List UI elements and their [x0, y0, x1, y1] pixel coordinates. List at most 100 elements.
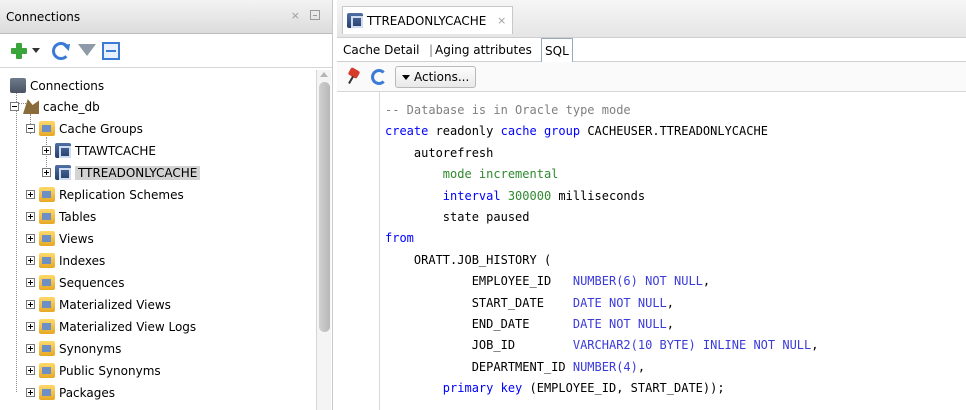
scroll-thumb[interactable] [319, 82, 330, 332]
connections-panel-header: Connections × [0, 0, 332, 34]
code-line: create readonly cache group CACHEUSER.TT… [385, 121, 966, 142]
tree-item-indexes[interactable]: Indexes [26, 251, 105, 272]
code-token: EMPLOYEE_ID [385, 274, 573, 289]
tree-item-synonyms[interactable]: Synonyms [26, 339, 121, 360]
subtab-aging-attributes[interactable]: Aging attributes [429, 38, 532, 62]
tree-item-materialized-views[interactable]: Materialized Views [26, 295, 171, 316]
tree-item-label: Views [59, 232, 94, 246]
dropdown-arrow-icon [402, 75, 410, 80]
tree-root-connections[interactable]: Connections [10, 76, 104, 97]
cache-group-icon [55, 165, 71, 180]
minimize-panel-icon[interactable] [310, 10, 320, 20]
editor-panel: TTREADONLYCACHE × Cache Detail Aging att… [337, 0, 966, 410]
folder-icon [39, 209, 55, 224]
sql-toolbar: Actions... [337, 62, 966, 92]
code-token: NUMBER(4) [572, 359, 638, 374]
tree-item-public-synonyms[interactable]: Public Synonyms [26, 361, 161, 382]
code-line: DEPARTMENT_ID NUMBER(4), [385, 357, 966, 378]
expand-icon[interactable] [42, 146, 51, 155]
tree-item-ttreadonlycache[interactable]: TTREADONLYCACHE [42, 163, 201, 184]
folder-icon [39, 187, 55, 202]
connections-panel: Connections × Connections cache_db Cache… [0, 0, 333, 410]
database-icon [23, 99, 39, 114]
expand-icon[interactable] [26, 344, 35, 353]
add-connection-icon[interactable] [10, 42, 28, 60]
code-token: DATE NOT NULL [572, 316, 667, 331]
sql-code-view[interactable]: -- Database is in Oracle type mode create… [385, 100, 966, 399]
collapse-icon[interactable] [10, 102, 19, 111]
tree-item-cache-groups[interactable]: Cache Groups [26, 119, 143, 140]
tree-item-cache-db[interactable]: cache_db [10, 97, 100, 118]
tree-scrollbar[interactable] [316, 70, 331, 410]
folder-icon [39, 253, 55, 268]
expand-icon[interactable] [26, 212, 35, 221]
expand-icon[interactable] [26, 366, 35, 375]
filter-icon[interactable] [78, 44, 96, 56]
tree-item-materialized-view-logs[interactable]: Materialized View Logs [26, 317, 196, 338]
close-panel-icon[interactable]: × [291, 9, 300, 22]
code-token: mode incremental [442, 167, 559, 182]
expand-icon[interactable] [42, 168, 51, 177]
tab-ttreadonlycache[interactable]: TTREADONLYCACHE × [342, 6, 514, 35]
code-line: autorefresh [385, 143, 966, 164]
tree-item-packages[interactable]: Packages [26, 383, 115, 404]
actions-label: Actions... [414, 70, 470, 84]
refresh-icon[interactable] [371, 69, 387, 85]
cache-group-icon [55, 143, 71, 158]
tree-item-label: TTAWTCACHE [75, 144, 156, 158]
tree-item-label: Synonyms [59, 342, 122, 356]
expand-icon[interactable] [26, 256, 35, 265]
code-token: DEPARTMENT_ID [385, 359, 573, 374]
folder-icon [39, 231, 55, 246]
expand-icon[interactable] [26, 190, 35, 199]
tab-title: TTREADONLYCACHE [367, 14, 487, 28]
tree-item-views[interactable]: Views [26, 229, 94, 250]
code-token: , [811, 338, 819, 353]
dropdown-arrow-icon[interactable] [32, 48, 40, 53]
refresh-icon[interactable] [52, 42, 70, 60]
subtab-cache-detail[interactable]: Cache Detail [343, 38, 419, 62]
expand-icon[interactable] [26, 234, 35, 243]
tree-item-replication-schemes[interactable]: Replication Schemes [26, 185, 184, 206]
tree-item-label: Cache Groups [59, 122, 143, 136]
tree-item-label: Materialized View Logs [59, 320, 197, 334]
tree-item-ttawtcache[interactable]: TTAWTCACHE [42, 141, 156, 162]
expand-icon[interactable] [26, 322, 35, 331]
tree-item-label: cache_db [43, 100, 100, 114]
expand-icon[interactable] [26, 300, 35, 309]
connections-toolbar [0, 34, 332, 68]
pin-icon[interactable] [347, 69, 361, 83]
tree-root-label: Connections [30, 79, 105, 93]
tree-item-tables[interactable]: Tables [26, 207, 96, 228]
folder-icon [39, 275, 55, 290]
detail-subtabs: Cache Detail Aging attributes SQL [337, 38, 966, 62]
code-line: EMPLOYEE_ID NUMBER(6) NOT NULL, [385, 271, 966, 292]
folder-icon [39, 385, 55, 400]
code-line: primary key (EMPLOYEE_ID, START_DATE)); [385, 378, 966, 399]
folder-icon [39, 297, 55, 312]
tree-item-label: Packages [59, 386, 115, 400]
expand-icon[interactable] [26, 278, 35, 287]
expand-icon[interactable] [26, 388, 35, 397]
code-token: 300000 [507, 188, 552, 203]
actions-button[interactable]: Actions... [395, 66, 477, 88]
code-gutter [337, 92, 380, 410]
schema-browser-icon[interactable] [102, 42, 120, 60]
connections-panel-title: Connections [6, 10, 81, 24]
code-line: -- Database is in Oracle type mode [385, 100, 966, 121]
subtab-aging-label: Aging attributes [435, 43, 532, 57]
collapse-icon[interactable] [26, 124, 35, 133]
editor-tabbar: TTREADONLYCACHE × [337, 0, 966, 38]
code-line: mode incremental [385, 164, 966, 185]
scroll-up-icon[interactable] [320, 72, 328, 77]
code-token: (EMPLOYEE_ID, START_DATE)); [522, 381, 725, 396]
close-tab-icon[interactable]: × [497, 7, 506, 35]
code-token: DATE NOT NULL [572, 295, 667, 310]
code-line: from [385, 228, 966, 249]
subtab-sql[interactable]: SQL [541, 38, 573, 62]
tree-item-sequences[interactable]: Sequences [26, 273, 124, 294]
code-token: VARCHAR2(10 BYTE) INLINE NOT NULL [572, 338, 812, 353]
tree-item-label: Materialized Views [59, 298, 171, 312]
